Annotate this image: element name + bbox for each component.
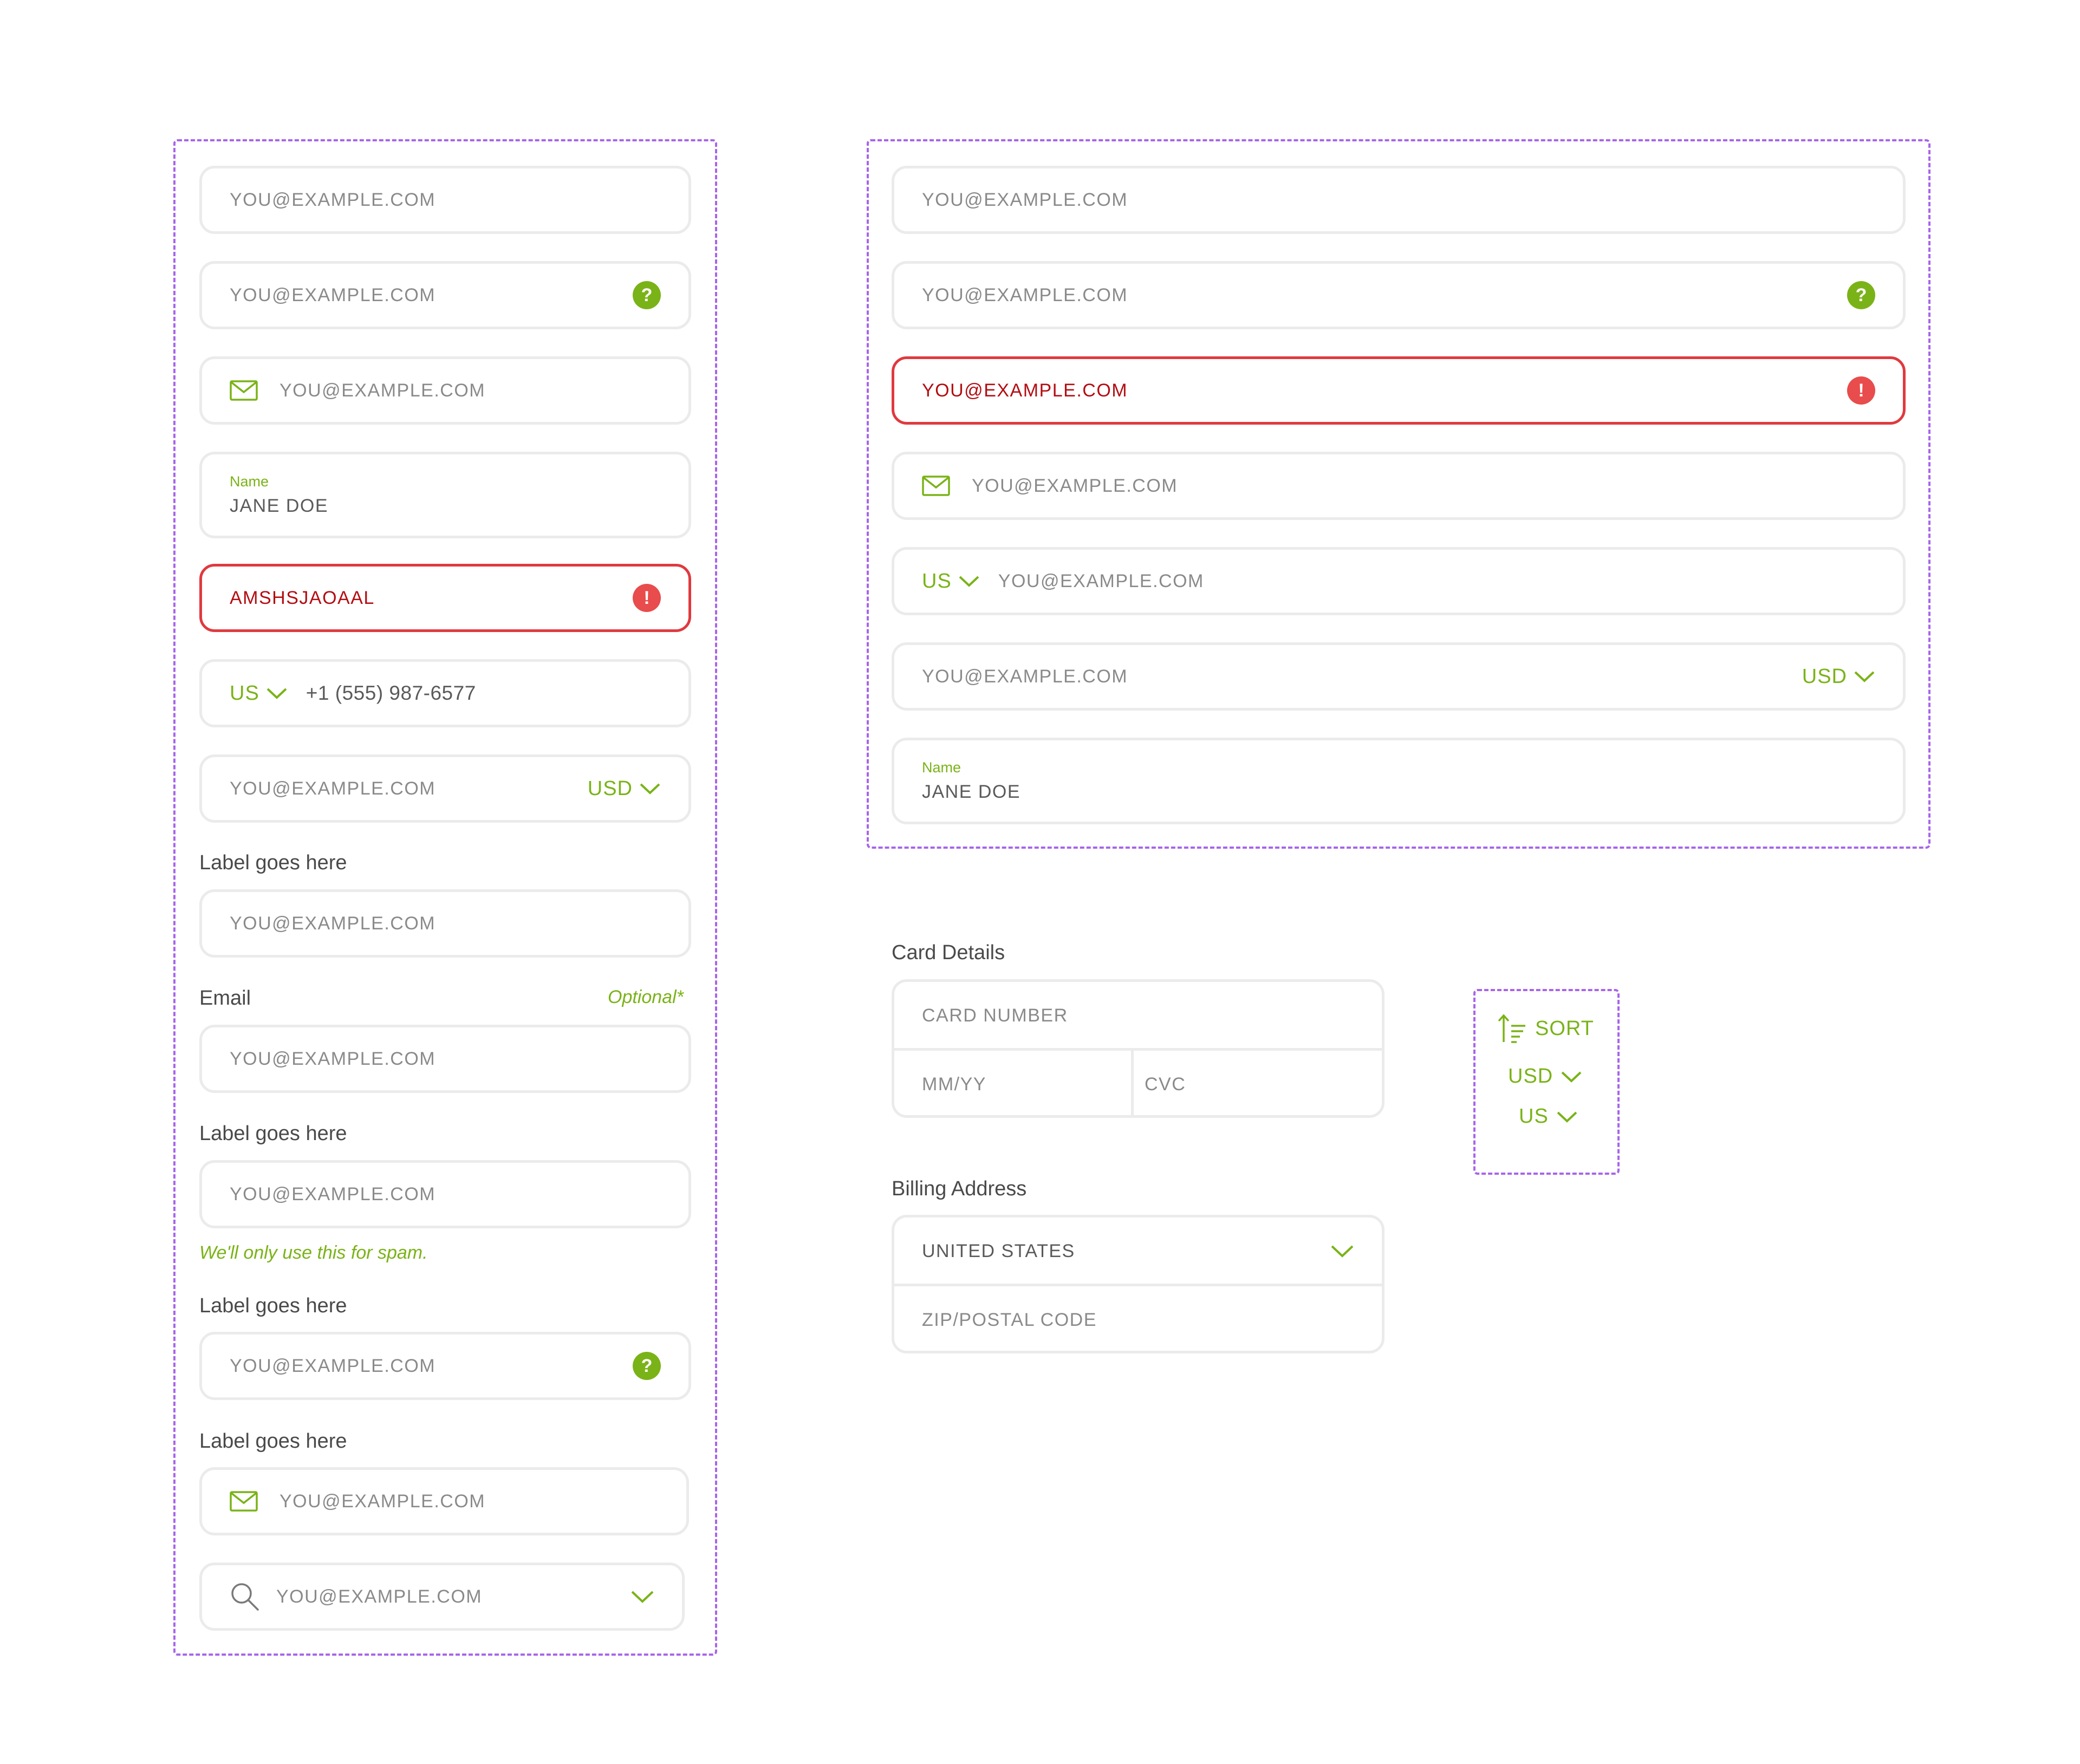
email-field-value: YOU@EXAMPLE.COM [230,189,436,210]
name-field[interactable]: Name JANE DOE [199,452,691,538]
wide-mail-field-value: YOU@EXAMPLE.COM [972,475,1178,496]
billing-address-title: Billing Address [892,1177,1027,1200]
country-select[interactable]: US [922,570,980,593]
name-field-label: Name [230,473,269,490]
optional-email-field[interactable]: YOU@EXAMPLE.COM [199,1025,691,1093]
email-field-mail[interactable]: YOU@EXAMPLE.COM [199,356,691,425]
phone-field[interactable]: US +1 (555) 987-6577 [199,659,691,727]
phone-field-value: +1 (555) 987-6577 [306,682,476,704]
field-label: Label goes here [199,1294,347,1317]
wide-error-field[interactable]: YOU@EXAMPLE.COM ! [892,356,1906,425]
amount-field-value: YOU@EXAMPLE.COM [230,778,436,799]
email-field-value: YOU@EXAMPLE.COM [230,284,436,305]
wide-email-field[interactable]: YOU@EXAMPLE.COM [892,166,1906,234]
expiry-input[interactable]: MM/YY [894,1051,1131,1115]
currency-select-value: USD [587,777,633,800]
currency-select[interactable]: USD [1508,1065,1582,1088]
chevron-down-icon[interactable] [630,1590,654,1604]
cvc-placeholder: CVC [1145,1073,1186,1095]
sort-label: SORT [1535,1017,1594,1040]
error-icon: ! [633,584,661,612]
amount-field[interactable]: YOU@EXAMPLE.COM USD [199,754,691,823]
cvc-input[interactable]: CVC [1134,1051,1382,1115]
mail-icon [922,476,950,496]
wide-email-field-help[interactable]: YOU@EXAMPLE.COM ? [892,261,1906,329]
wide-country-field[interactable]: US YOU@EXAMPLE.COM [892,547,1906,615]
wide-error-field-value: YOU@EXAMPLE.COM [922,380,1128,401]
zip-input[interactable]: ZIP/POSTAL CODE [894,1286,1382,1351]
labeled-mail-field[interactable]: YOU@EXAMPLE.COM [199,1467,689,1535]
wide-email-field-value: YOU@EXAMPLE.COM [922,189,1128,210]
wide-currency-field[interactable]: YOU@EXAMPLE.COM USD [892,642,1906,711]
wide-email-field-value: YOU@EXAMPLE.COM [922,284,1128,305]
labeled-help-field[interactable]: YOU@EXAMPLE.COM ? [199,1332,691,1400]
zip-placeholder: ZIP/POSTAL CODE [922,1309,1097,1330]
wide-country-field-value: YOU@EXAMPLE.COM [998,570,1204,591]
labeled-field[interactable]: YOU@EXAMPLE.COM [199,889,691,958]
chevron-down-icon [1854,671,1875,682]
labeled-mail-field-value: YOU@EXAMPLE.COM [280,1490,486,1512]
field-label: Label goes here [199,1122,347,1145]
labeled-field-value: YOU@EXAMPLE.COM [230,913,436,934]
currency-select-value: USD [1508,1065,1554,1088]
wide-currency-field-value: YOU@EXAMPLE.COM [922,666,1128,687]
country-select-value: US [922,569,952,593]
optional-email-field-value: YOU@EXAMPLE.COM [230,1048,436,1069]
country-select-value: UNITED STATES [922,1240,1075,1261]
card-details-title: Card Details [892,941,1005,964]
labeled-help-field-value: YOU@EXAMPLE.COM [230,1355,436,1376]
chevron-down-icon [1557,1111,1577,1123]
chevron-down-icon [959,576,979,587]
country-select[interactable]: US [230,682,288,705]
wide-name-field[interactable]: Name JANE DOE [892,738,1906,824]
optional-label: Optional* [608,987,684,1007]
search-select-value: YOU@EXAMPLE.COM [276,1586,483,1607]
email-field-value: YOU@EXAMPLE.COM [280,380,486,401]
country-select[interactable]: US [1519,1105,1578,1128]
mail-icon [230,1491,258,1512]
name-field-value: JANE DOE [922,782,1021,802]
help-icon[interactable]: ? [633,281,661,309]
sort-icon [1498,1014,1525,1043]
sort-button[interactable]: SORT [1497,1013,1594,1044]
card-details-group: CARD NUMBER MM/YY CVC [892,979,1384,1118]
name-field-value: JANE DOE [230,496,329,516]
hint-field[interactable]: YOU@EXAMPLE.COM [199,1160,691,1228]
email-field-plain[interactable]: YOU@EXAMPLE.COM [199,166,691,234]
currency-select[interactable]: USD [588,777,661,800]
currency-select-value: USD [1802,665,1847,688]
sort-controls-frame: SORT USD US [1473,989,1620,1175]
helper-text: We'll only use this for spam. [199,1242,428,1263]
field-label: Label goes here [199,1430,347,1453]
expiry-placeholder: MM/YY [922,1073,986,1095]
email-label: Email [199,987,251,1010]
currency-select[interactable]: USD [1802,665,1875,688]
chevron-down-icon [640,783,660,795]
country-select[interactable]: UNITED STATES [894,1218,1382,1285]
name-field-label: Name [922,759,961,776]
wide-mail-field[interactable]: YOU@EXAMPLE.COM [892,452,1906,520]
search-select-field[interactable]: YOU@EXAMPLE.COM [199,1563,685,1631]
chevron-down-icon [1331,1245,1354,1258]
error-icon: ! [1847,376,1875,405]
chevron-down-icon [266,688,287,699]
country-select-value: US [230,681,259,705]
hint-field-value: YOU@EXAMPLE.COM [230,1183,436,1205]
error-field-value: AMSHSJAOAAL [230,587,375,608]
search-icon [230,1581,260,1612]
billing-address-group: UNITED STATES ZIP/POSTAL CODE [892,1215,1384,1353]
help-icon[interactable]: ? [1847,281,1875,309]
card-number-input[interactable]: CARD NUMBER [894,982,1382,1049]
field-label: Label goes here [199,851,347,874]
chevron-down-icon [1561,1071,1582,1083]
country-select-value: US [1519,1105,1549,1128]
help-icon[interactable]: ? [633,1352,661,1380]
error-field[interactable]: AMSHSJAOAAL ! [199,564,691,632]
email-field-help[interactable]: YOU@EXAMPLE.COM ? [199,261,691,329]
mail-icon [230,380,258,401]
card-number-placeholder: CARD NUMBER [922,1005,1068,1026]
